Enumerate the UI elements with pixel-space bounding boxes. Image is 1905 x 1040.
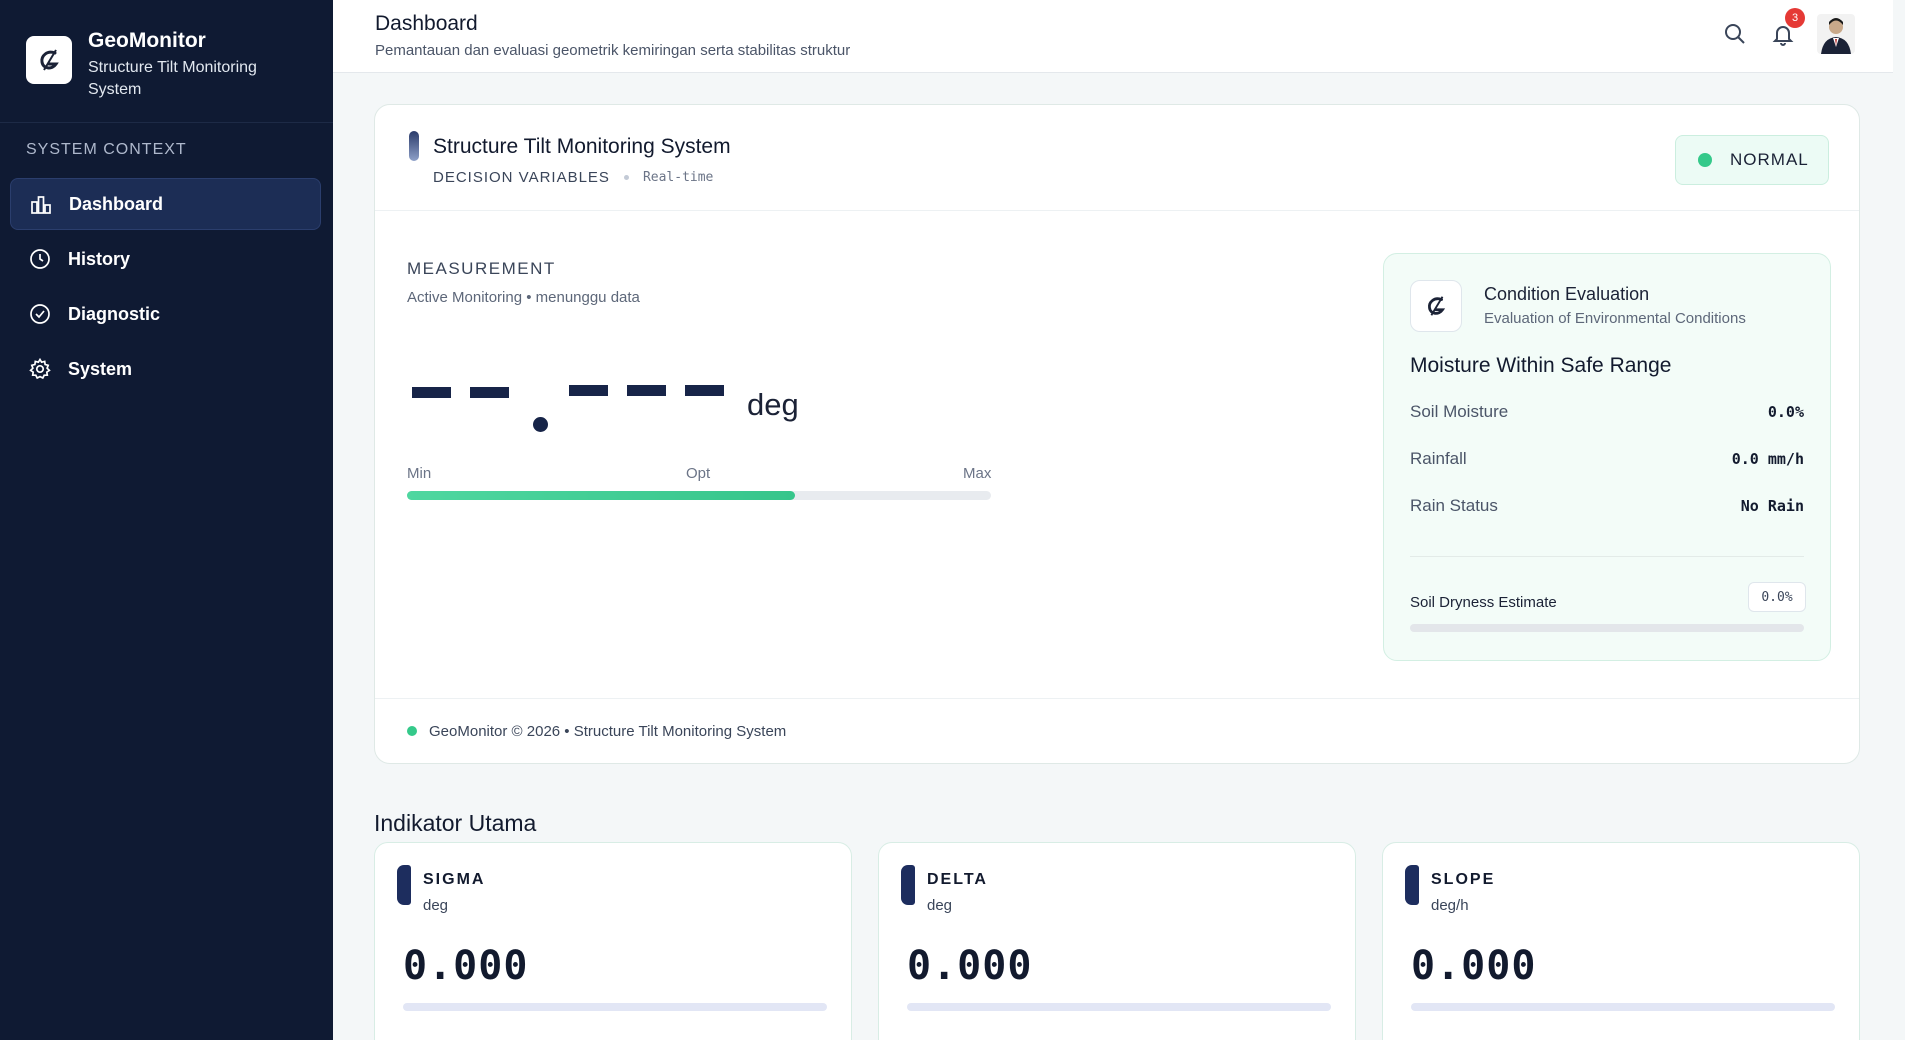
indicator-card-delta: DELTA deg 0.000 <box>878 842 1356 1040</box>
avatar[interactable] <box>1817 14 1855 54</box>
status-text: NORMAL <box>1730 150 1809 169</box>
indicator-bar <box>907 1003 1331 1011</box>
indicator-accent <box>901 865 915 905</box>
bar-chart-icon <box>29 192 53 216</box>
measurement-subtitle: Active Monitoring • menunggu data <box>407 289 640 306</box>
indicator-accent <box>1405 865 1419 905</box>
evaluation-subtitle: Evaluation of Environmental Conditions <box>1484 310 1746 327</box>
brand: GeoMonitor Structure Tilt Monitoring Sys… <box>0 0 333 123</box>
card-meta: DECISION VARIABLES Real-time <box>433 169 713 186</box>
decision-variables-label: DECISION VARIABLES <box>433 169 610 186</box>
status-dot-icon <box>1698 153 1712 167</box>
bell-icon[interactable]: 3 <box>1767 8 1805 50</box>
rainfall-row: Rainfall 0.0 mm/h <box>1410 449 1804 469</box>
indicator-name: DELTA <box>927 871 988 888</box>
brand-name: GeoMonitor <box>88 29 206 52</box>
clock-icon <box>28 247 52 271</box>
page-subtitle: Pemantauan dan evaluasi geometrik kemiri… <box>375 42 851 59</box>
geomonitor-logo-icon <box>26 36 72 84</box>
indicator-card-slope: SLOPE deg/h 0.000 <box>1382 842 1860 1040</box>
page-scrollbar[interactable] <box>1893 0 1905 1040</box>
divider <box>1410 556 1804 557</box>
indicator-unit: deg/h <box>1431 897 1469 914</box>
footer-text: GeoMonitor © 2026 • Structure Tilt Monit… <box>429 722 787 740</box>
sidebar-item-dashboard[interactable]: Dashboard <box>10 178 321 230</box>
section-label: SYSTEM CONTEXT <box>26 141 187 158</box>
dryness-value: 0.0% <box>1748 582 1806 612</box>
card-header: Structure Tilt Monitoring System DECISIO… <box>375 105 1859 211</box>
sidebar: GeoMonitor Structure Tilt Monitoring Sys… <box>0 0 333 1040</box>
indicator-value: 0.000 <box>403 943 529 989</box>
condition-evaluation-panel: Condition Evaluation Evaluation of Envir… <box>1383 253 1831 661</box>
card-accent <box>409 131 419 161</box>
sidebar-item-label: Diagnostic <box>68 303 161 324</box>
meta-separator <box>623 175 629 180</box>
row-value: No Rain <box>1740 497 1804 515</box>
row-label: Rainfall <box>1410 449 1467 468</box>
sidebar-item-label: History <box>68 248 131 269</box>
dryness-label: Soil Dryness Estimate <box>1410 594 1557 611</box>
row-value: 0.0% <box>1767 403 1804 421</box>
footer-status-dot-icon <box>407 726 417 736</box>
dryness-bar <box>1410 624 1804 632</box>
gear-icon <box>28 357 52 381</box>
status-badge: NORMAL <box>1675 135 1829 185</box>
digit-dash <box>412 387 451 398</box>
digit-dash <box>569 385 608 396</box>
monitoring-card: Structure Tilt Monitoring System DECISIO… <box>374 104 1860 764</box>
range-max-label: Max <box>963 465 992 482</box>
indicator-unit: deg <box>423 897 449 914</box>
card-footer: GeoMonitor © 2026 • Structure Tilt Monit… <box>375 698 1859 763</box>
evaluation-title: Condition Evaluation <box>1484 284 1650 304</box>
digit-dash <box>627 385 666 396</box>
top-header: Dashboard Pemantauan dan evaluasi geomet… <box>333 0 1905 73</box>
sidebar-item-label: Dashboard <box>69 193 164 214</box>
range-opt-label: Opt <box>686 465 711 482</box>
indicator-bar <box>1411 1003 1835 1011</box>
rain-status-row: Rain Status No Rain <box>1410 496 1804 516</box>
measurement-unit: deg <box>747 387 799 422</box>
row-label: Rain Status <box>1410 496 1498 515</box>
sidebar-item-system[interactable]: System <box>10 343 321 395</box>
digit-dash <box>470 387 509 398</box>
indicator-value: 0.000 <box>1411 943 1537 989</box>
indicator-name: SIGMA <box>423 871 486 888</box>
indicator-accent <box>397 865 411 905</box>
indicators-title: Indikator Utama <box>374 810 537 836</box>
row-value: 0.0 mm/h <box>1731 450 1804 468</box>
card-title: Structure Tilt Monitoring System <box>433 135 731 158</box>
range-min-label: Min <box>407 465 432 482</box>
geomonitor-logo-icon <box>1410 280 1462 332</box>
sidebar-item-history[interactable]: History <box>10 233 321 285</box>
digit-dash <box>685 385 724 396</box>
indicator-unit: deg <box>927 897 953 914</box>
page-title: Dashboard <box>375 12 478 35</box>
decimal-point <box>533 417 548 432</box>
indicator-name: SLOPE <box>1431 871 1496 888</box>
range-bar-fill <box>407 491 796 500</box>
evaluation-status: Moisture Within Safe Range <box>1410 354 1672 377</box>
realtime-label: Real-time <box>642 170 714 185</box>
sidebar-item-diagnostic[interactable]: Diagnostic <box>10 288 321 340</box>
brand-subtitle: Structure Tilt Monitoring System <box>88 59 257 98</box>
indicator-bar <box>403 1003 827 1011</box>
soil-moisture-row: Soil Moisture 0.0% <box>1410 402 1804 422</box>
notification-badge: 3 <box>1785 8 1805 28</box>
indicator-value: 0.000 <box>907 943 1033 989</box>
indicator-card-sigma: SIGMA deg 0.000 <box>374 842 852 1040</box>
measurement-label: MEASUREMENT <box>407 259 556 278</box>
range-bar <box>407 491 991 500</box>
row-label: Soil Moisture <box>1410 402 1509 421</box>
sidebar-item-label: System <box>68 358 133 379</box>
search-icon[interactable] <box>1719 18 1751 50</box>
check-circle-icon <box>28 302 52 326</box>
